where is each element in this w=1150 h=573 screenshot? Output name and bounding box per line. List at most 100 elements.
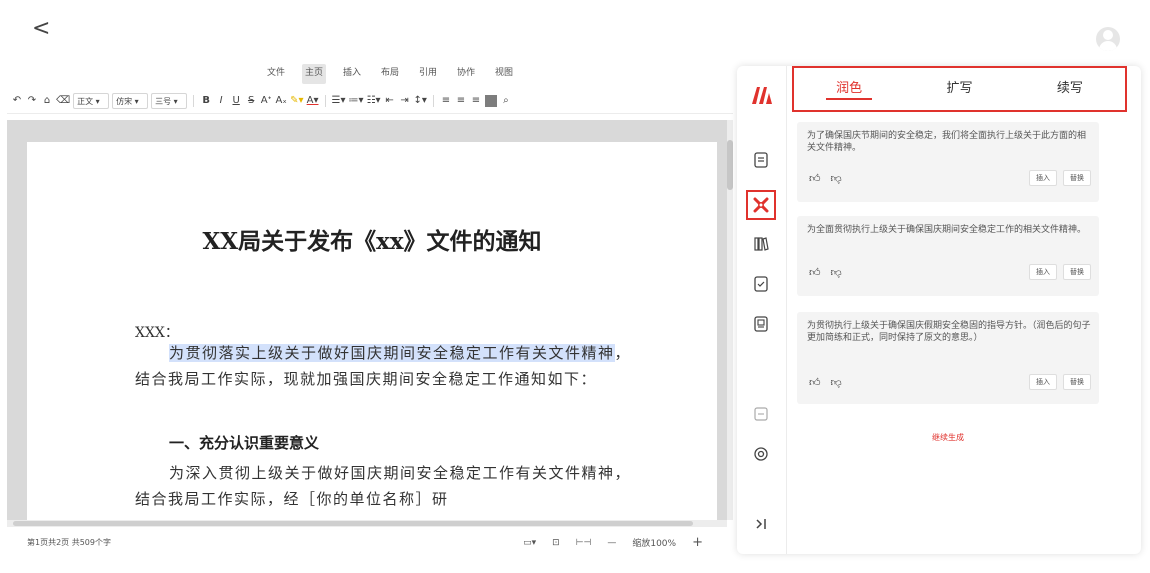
view-mode-icon[interactable]: ▭▾ xyxy=(523,538,536,548)
card-actions: 插入 替换 xyxy=(1029,374,1091,390)
font-size-select[interactable]: 三号 ▾ xyxy=(151,92,188,109)
suggestion-card: 为全面贯彻执行上级关于确保国庆期间安全稳定工作的相关文件精神。 👍︎ 👎︎ 插入… xyxy=(797,216,1099,296)
fit-width-icon[interactable]: ⊢⊣ xyxy=(576,538,592,548)
thumbs-down-icon[interactable]: 👎︎ xyxy=(831,172,842,185)
top-bar: < xyxy=(0,0,1150,62)
feedback-icons: 👍︎ 👎︎ xyxy=(809,172,842,185)
paragraph-style-select[interactable]: 正文 ▾ xyxy=(73,92,110,109)
avatar-head-shape xyxy=(1103,30,1113,40)
vertical-scrollbar[interactable] xyxy=(727,120,733,520)
avatar-body-shape xyxy=(1099,41,1117,51)
shading-icon[interactable] xyxy=(484,94,497,107)
user-avatar[interactable] xyxy=(1096,27,1120,51)
menu-home[interactable]: 主页 xyxy=(301,64,326,84)
strikethrough-button[interactable]: S xyxy=(245,93,257,109)
fit-page-icon[interactable]: ⊡ xyxy=(552,538,560,548)
vertical-scroll-thumb[interactable] xyxy=(727,140,733,190)
thumbs-down-icon[interactable]: 👎︎ xyxy=(831,266,842,279)
proofread-icon[interactable] xyxy=(751,314,771,334)
superscript-icon[interactable]: Aᐩ xyxy=(260,93,272,109)
undo-icon[interactable]: ↶ xyxy=(11,93,23,109)
thumbs-up-icon[interactable]: 👍︎ xyxy=(809,172,821,185)
back-button[interactable]: < xyxy=(32,18,50,40)
numbered-list-icon[interactable]: ≔▾ xyxy=(349,93,364,109)
ribbon-menu: 文件 主页 插入 布局 引用 协作 视图 xyxy=(7,64,733,84)
writing-mode-tabs: 润色 扩写 续写 xyxy=(792,66,1127,112)
align-right-icon[interactable]: ≡ xyxy=(470,93,482,109)
decrease-indent-icon[interactable]: ⇤ xyxy=(384,93,396,109)
align-left-icon[interactable]: ≡ xyxy=(440,93,452,109)
zoom-in-button[interactable]: + xyxy=(692,535,703,550)
document-title: XX局关于发布《xx》文件的通知 xyxy=(202,228,542,255)
feedback-icons: 👍︎ 👎︎ xyxy=(809,376,842,389)
suggestion-text: 为贯彻执行上级关于确保国庆假期安全稳固的指导方针。（润色后的句子更加简练和正式，… xyxy=(807,321,1091,343)
insert-button[interactable]: 插入 xyxy=(1029,264,1057,280)
search-icon[interactable]: ⌕ xyxy=(500,93,512,109)
clear-format-icon[interactable]: ⌫ xyxy=(56,93,70,109)
replace-button[interactable]: 替换 xyxy=(1063,374,1091,390)
continue-generate-link[interactable]: 继续生成 xyxy=(797,432,1099,443)
menu-layout[interactable]: 布局 xyxy=(378,64,402,84)
page-word-count: 第1页共2页 共509个字 xyxy=(27,538,111,547)
menu-collaborate[interactable]: 协作 xyxy=(454,64,478,84)
redo-icon[interactable]: ↷ xyxy=(26,93,38,109)
replace-button[interactable]: 替换 xyxy=(1063,264,1091,280)
replace-button[interactable]: 替换 xyxy=(1063,170,1091,186)
insert-button[interactable]: 插入 xyxy=(1029,170,1057,186)
multilevel-list-icon[interactable]: ☷▾ xyxy=(367,93,381,109)
document-editor: 文件 主页 插入 布局 引用 协作 视图 ↶ ↷ ⌂ ⌫ 正文 ▾ 仿宋 ▾ 三… xyxy=(7,62,733,554)
tool-sidebar xyxy=(737,66,787,554)
collapse-panel-icon[interactable] xyxy=(751,514,771,534)
highlight-color-icon[interactable]: ✎▾ xyxy=(290,93,303,109)
suggestion-card: 为贯彻执行上级关于确保国庆假期安全稳固的指导方针。（润色后的句子更加简练和正式，… xyxy=(797,312,1099,404)
paragraph-2: 为深入贯彻上级关于做好国庆期间安全稳定工作有关文件精神，结合我局工作实际，经［你… xyxy=(135,464,632,508)
bullet-list-icon[interactable]: ☰▾ xyxy=(332,93,346,109)
thumbs-up-icon[interactable]: 👍︎ xyxy=(809,266,821,279)
toolbar-divider xyxy=(432,94,434,107)
template-icon[interactable] xyxy=(751,274,771,294)
thumbs-up-icon[interactable]: 👍︎ xyxy=(809,376,821,389)
menu-references[interactable]: 引用 xyxy=(416,64,440,84)
menu-file[interactable]: 文件 xyxy=(264,64,288,84)
app-logo-icon xyxy=(751,84,773,106)
thumbs-down-icon[interactable]: 👎︎ xyxy=(831,376,842,389)
align-center-icon[interactable]: ≡ xyxy=(455,93,467,109)
italic-button[interactable]: I xyxy=(215,93,227,109)
greeting-line: XXX： xyxy=(135,325,179,341)
font-color-icon[interactable]: A▾ xyxy=(307,93,319,109)
zoom-out-button[interactable]: — xyxy=(607,538,616,548)
status-controls: ▭▾ ⊡ ⊢⊣ — 缩放100% + xyxy=(523,535,703,550)
tab-expand[interactable]: 扩写 xyxy=(904,68,1014,110)
font-family-select[interactable]: 仿宋 ▾ xyxy=(112,92,149,109)
polish-tool-icon[interactable] xyxy=(746,190,776,220)
settings-icon[interactable] xyxy=(751,444,771,464)
library-icon[interactable] xyxy=(751,234,771,254)
suggestion-text: 为了确保国庆节期间的安全稳定，我们将全面执行上级关于此方面的相关文件精神。 xyxy=(807,131,1087,153)
paragraph-style-value: 正文 xyxy=(77,96,94,106)
zoom-level[interactable]: 缩放100% xyxy=(632,536,676,549)
format-painter-icon[interactable]: ⌂ xyxy=(41,93,53,109)
tab-continue[interactable]: 续写 xyxy=(1015,68,1125,110)
suggestion-text: 为全面贯彻执行上级关于确保国庆期间安全稳定工作的相关文件精神。 xyxy=(807,225,1087,235)
document-summary-icon[interactable] xyxy=(751,150,771,170)
menu-view[interactable]: 视图 xyxy=(492,64,516,84)
increase-indent-icon[interactable]: ⇥ xyxy=(399,93,411,109)
toolbar-divider xyxy=(324,94,326,107)
feedback-icons: 👍︎ 👎︎ xyxy=(809,266,842,279)
card-actions: 插入 替换 xyxy=(1029,264,1091,280)
selected-text[interactable]: 为贯彻落实上级关于做好国庆期间安全稳定工作有关文件精神 xyxy=(169,344,615,362)
underline-button[interactable]: U xyxy=(230,93,242,109)
document-page[interactable]: XX局关于发布《xx》文件的通知 XXX： 为贯彻落实上级关于做好国庆期间安全稳… xyxy=(27,142,717,520)
horizontal-scroll-thumb[interactable] xyxy=(13,521,693,526)
insert-button[interactable]: 插入 xyxy=(1029,374,1057,390)
bold-button[interactable]: B xyxy=(200,93,212,109)
horizontal-scrollbar[interactable] xyxy=(7,520,727,527)
subscript-icon[interactable]: Aₓ xyxy=(275,93,287,109)
suggestion-card: 为了确保国庆节期间的安全稳定，我们将全面执行上级关于此方面的相关文件精神。 👍︎… xyxy=(797,122,1099,202)
line-spacing-icon[interactable]: ↕▾ xyxy=(414,93,427,109)
message-icon[interactable] xyxy=(751,404,771,424)
menu-insert[interactable]: 插入 xyxy=(340,64,364,84)
document-canvas: XX局关于发布《xx》文件的通知 XXX： 为贯彻落实上级关于做好国庆期间安全稳… xyxy=(7,120,727,520)
tab-polish[interactable]: 润色 xyxy=(794,68,904,110)
formatting-toolbar: ↶ ↷ ⌂ ⌫ 正文 ▾ 仿宋 ▾ 三号 ▾ B I U S Aᐩ Aₓ ✎▾ … xyxy=(7,88,733,114)
